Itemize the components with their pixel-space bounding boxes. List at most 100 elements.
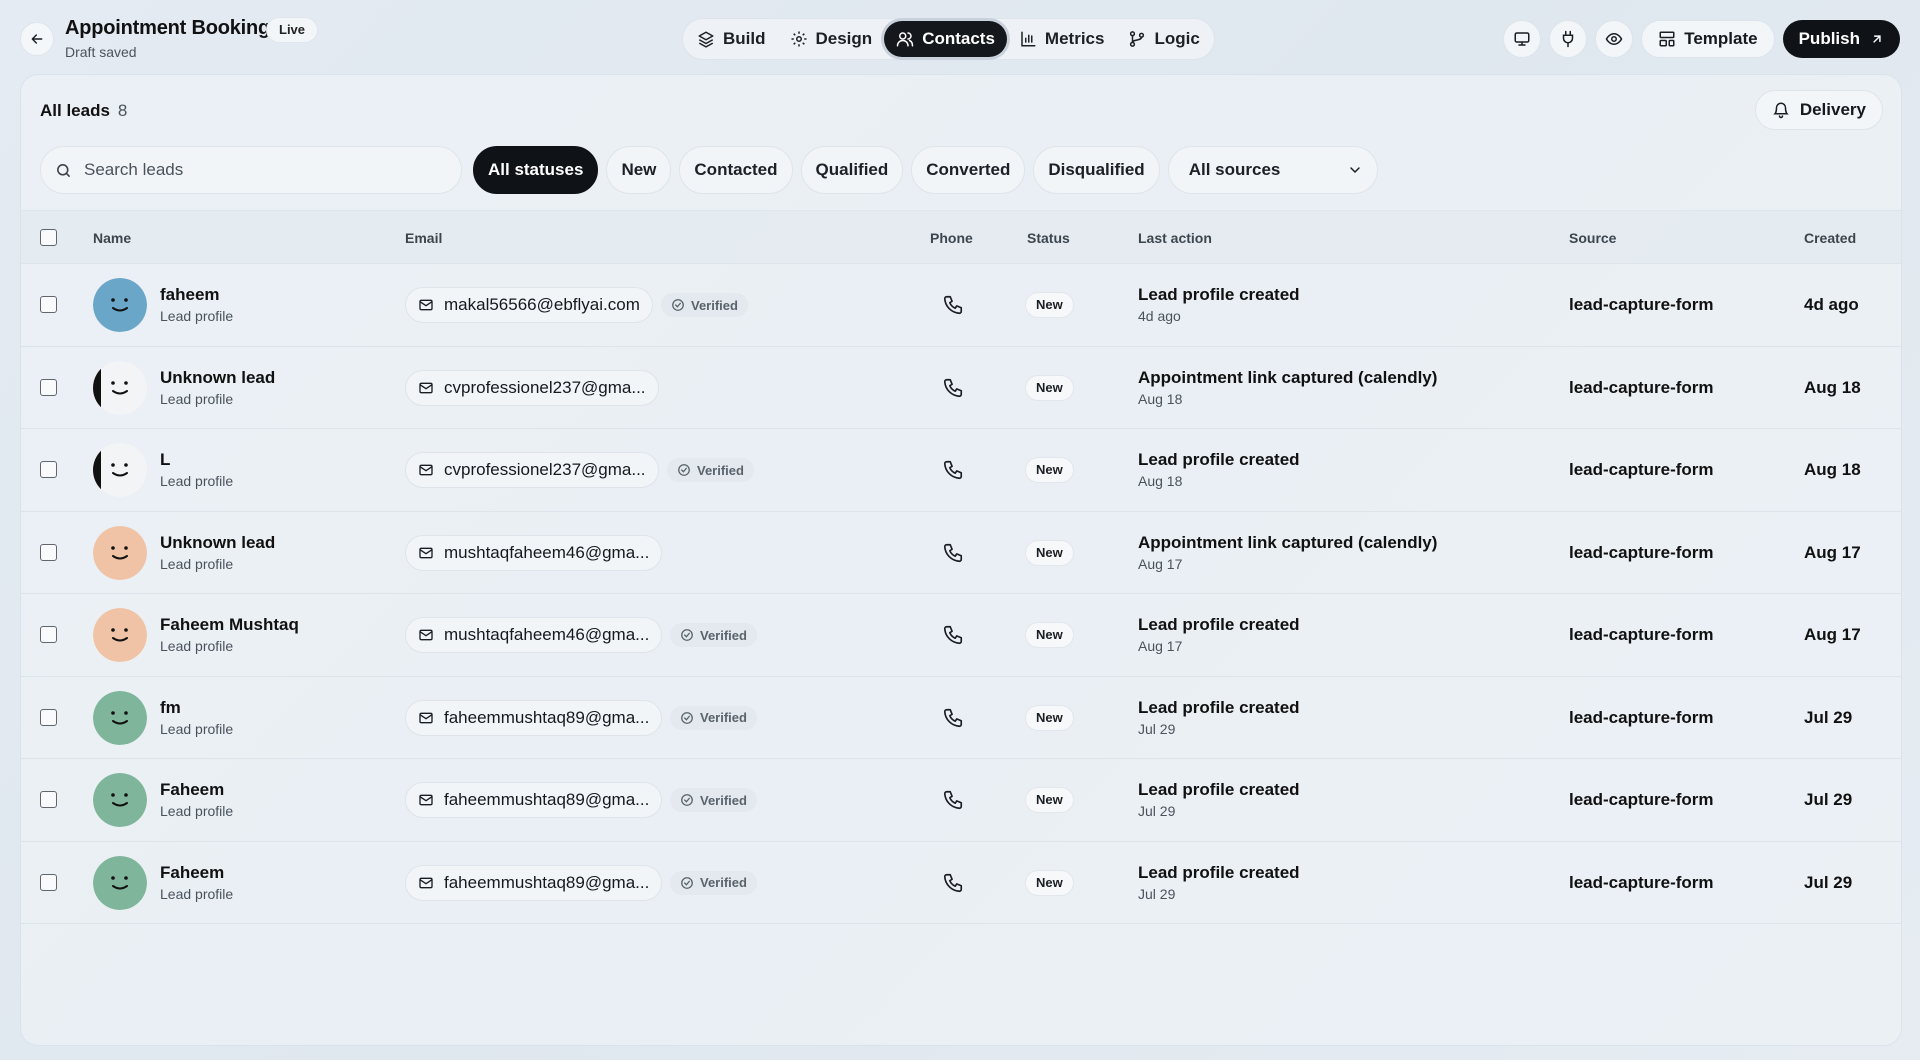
select-all-checkbox[interactable] bbox=[40, 229, 57, 246]
row-checkbox[interactable] bbox=[40, 791, 57, 808]
table-row[interactable]: Unknown lead Lead profile mushtaqfaheem4… bbox=[21, 512, 1901, 594]
avatar bbox=[93, 608, 147, 662]
verified-label: Verified bbox=[700, 627, 747, 643]
gear-icon bbox=[791, 31, 806, 47]
lead-source: lead-capture-form bbox=[1569, 707, 1714, 727]
created-date: 4d ago bbox=[1804, 295, 1859, 314]
row-checkbox[interactable] bbox=[40, 708, 57, 726]
table-row[interactable]: fm Lead profile faheemmushtaq89@gma... V… bbox=[21, 677, 1901, 759]
last-action: Lead profile created bbox=[1138, 450, 1300, 469]
phone-icon[interactable] bbox=[942, 624, 964, 646]
lead-name: Faheem bbox=[160, 862, 225, 882]
col-phone[interactable]: Phone bbox=[930, 211, 973, 265]
lead-email: faheemmushtaq89@gma... bbox=[444, 872, 650, 892]
col-name[interactable]: Name bbox=[93, 211, 131, 265]
phone-icon[interactable] bbox=[942, 789, 964, 811]
row-checkbox[interactable] bbox=[40, 296, 57, 313]
source-select[interactable]: All sources bbox=[1167, 146, 1378, 194]
filter-all-statuses[interactable]: All statuses bbox=[473, 146, 599, 194]
check-circle-icon bbox=[678, 464, 690, 476]
nav-build[interactable]: Build bbox=[685, 21, 778, 57]
search-input[interactable] bbox=[84, 160, 424, 180]
leads-panel: All leads 8 Delivery All statuses New Con… bbox=[20, 74, 1902, 1046]
table-row[interactable]: L Lead profile cvprofessionel237@gma... … bbox=[21, 429, 1901, 512]
nav-contacts[interactable]: Contacts bbox=[884, 21, 1007, 57]
email-pill[interactable]: faheemmushtaq89@gma... bbox=[405, 699, 663, 736]
phone-icon[interactable] bbox=[942, 707, 964, 729]
lead-subtitle: Lead profile bbox=[160, 390, 234, 407]
preview-button[interactable] bbox=[1595, 20, 1634, 58]
nav-design[interactable]: Design bbox=[778, 21, 885, 57]
created-date: Aug 17 bbox=[1804, 542, 1861, 562]
lead-name: Faheem Mushtaq bbox=[160, 615, 299, 634]
col-created[interactable]: Created bbox=[1804, 211, 1856, 265]
last-action-time: Jul 29 bbox=[1138, 803, 1176, 819]
row-checkbox[interactable] bbox=[40, 626, 57, 643]
nav-metrics[interactable]: Metrics bbox=[1007, 21, 1117, 57]
publish-button[interactable]: Publish bbox=[1782, 20, 1900, 58]
lead-email: faheemmushtaq89@gma... bbox=[444, 790, 650, 809]
filter-disqualified[interactable]: Disqualified bbox=[1033, 146, 1160, 194]
table-row[interactable]: Faheem Lead profile faheemmushtaq89@gma.… bbox=[21, 842, 1901, 924]
email-pill[interactable]: faheemmushtaq89@gma... bbox=[405, 782, 663, 818]
row-checkbox[interactable] bbox=[40, 378, 57, 396]
col-last-action[interactable]: Last action bbox=[1138, 211, 1212, 265]
verified-label: Verified bbox=[691, 297, 738, 313]
lead-subtitle: Lead profile bbox=[160, 308, 234, 324]
table-row[interactable]: faheem Lead profile makal56566@ebflyai.c… bbox=[21, 264, 1901, 347]
preview-desktop-button[interactable] bbox=[1503, 20, 1542, 58]
verified-label: Verified bbox=[697, 462, 744, 478]
arrow-left-icon bbox=[31, 34, 43, 44]
created-date: Jul 29 bbox=[1804, 707, 1853, 727]
phone-icon[interactable] bbox=[942, 459, 964, 481]
row-checkbox[interactable] bbox=[40, 873, 57, 891]
right-tools: Template Publish bbox=[1503, 20, 1900, 58]
email-pill[interactable]: cvprofessionel237@gma... bbox=[405, 452, 659, 488]
phone-icon[interactable] bbox=[942, 542, 964, 564]
nav-logic[interactable]: Logic bbox=[1116, 21, 1211, 57]
verified-badge: Verified bbox=[667, 458, 754, 482]
lead-source: lead-capture-form bbox=[1569, 377, 1714, 397]
mail-icon bbox=[419, 877, 433, 888]
filter-contacted[interactable]: Contacted bbox=[679, 146, 793, 194]
col-source[interactable]: Source bbox=[1569, 211, 1616, 265]
delivery-button[interactable]: Delivery bbox=[1754, 90, 1883, 130]
email-pill[interactable]: makal56566@ebflyai.com bbox=[405, 287, 653, 323]
filter-qualified[interactable]: Qualified bbox=[800, 146, 904, 194]
filter-converted[interactable]: Converted bbox=[911, 146, 1026, 194]
email-pill[interactable]: mushtaqfaheem46@gma... bbox=[405, 534, 663, 571]
source-select-value: All sources bbox=[1188, 160, 1281, 179]
back-button[interactable] bbox=[20, 22, 54, 56]
status-badge: New bbox=[1025, 869, 1074, 896]
verified-badge: Verified bbox=[670, 788, 757, 812]
phone-icon[interactable] bbox=[942, 872, 964, 894]
nav-contacts-label: Contacts bbox=[922, 29, 995, 48]
col-status[interactable]: Status bbox=[1027, 211, 1070, 265]
email-pill[interactable]: cvprofessionel237@gma... bbox=[405, 369, 659, 406]
lead-email: cvprofessionel237@gma... bbox=[444, 460, 646, 479]
status-badge: New bbox=[1025, 704, 1074, 731]
table-row[interactable]: Unknown lead Lead profile cvprofessionel… bbox=[21, 347, 1901, 429]
phone-icon[interactable] bbox=[942, 294, 964, 316]
created-date: Jul 29 bbox=[1804, 790, 1853, 809]
phone-icon[interactable] bbox=[942, 377, 964, 399]
last-action-time: Aug 17 bbox=[1138, 638, 1183, 654]
row-checkbox[interactable] bbox=[40, 543, 57, 561]
integrations-button[interactable] bbox=[1549, 20, 1588, 58]
avatar bbox=[93, 278, 147, 332]
mail-icon bbox=[419, 547, 433, 558]
search-icon bbox=[57, 163, 70, 177]
table-row[interactable]: Faheem Mushtaq Lead profile mushtaqfahee… bbox=[21, 594, 1901, 677]
check-circle-icon bbox=[681, 629, 693, 641]
layers-icon bbox=[698, 31, 714, 48]
row-checkbox[interactable] bbox=[40, 461, 57, 478]
table-row[interactable]: Faheem Lead profile faheemmushtaq89@gma.… bbox=[21, 759, 1901, 842]
lead-source: lead-capture-form bbox=[1569, 872, 1714, 892]
email-pill[interactable]: faheemmushtaq89@gma... bbox=[405, 864, 663, 901]
col-email[interactable]: Email bbox=[405, 211, 442, 265]
avatar-face-icon bbox=[93, 278, 147, 332]
verified-label: Verified bbox=[700, 875, 747, 890]
filter-new[interactable]: New bbox=[606, 146, 672, 194]
template-button[interactable]: Template bbox=[1641, 20, 1775, 58]
email-pill[interactable]: mushtaqfaheem46@gma... bbox=[405, 617, 663, 653]
